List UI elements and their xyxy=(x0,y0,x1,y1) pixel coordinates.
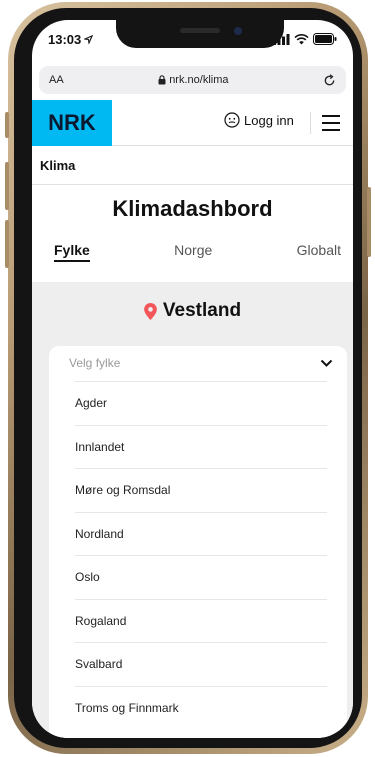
tab-bar: Fylke Norge Globalt xyxy=(32,242,353,282)
county-dropdown: Velg fylke Agder Innlandet Møre og Romsd… xyxy=(49,346,347,738)
volume-up-button xyxy=(5,162,9,210)
lock-icon xyxy=(158,75,166,85)
option-innlandet[interactable]: Innlandet xyxy=(75,424,327,469)
nrk-logo[interactable]: NRK xyxy=(32,100,112,146)
browser-address-bar[interactable]: AA nrk.no/klima xyxy=(39,66,346,94)
chevron-down-icon[interactable] xyxy=(320,359,333,368)
text-size-button[interactable]: AA xyxy=(49,74,64,86)
breadcrumb-label: Klima xyxy=(40,158,76,173)
url-text: nrk.no/klima xyxy=(169,74,229,86)
selected-location: Vestland xyxy=(32,300,353,322)
location-name: Vestland xyxy=(162,300,242,321)
dropdown-placeholder: Velg fylke xyxy=(69,356,121,370)
wifi-icon xyxy=(294,33,309,44)
tab-globalt[interactable]: Globalt xyxy=(297,242,341,282)
notch xyxy=(116,20,284,48)
time-label: 13:03 xyxy=(48,31,82,47)
screen: 13:03 AA nrk.no/klima NRK Logg inn Klima… xyxy=(32,20,353,738)
hamburger-menu-icon[interactable] xyxy=(322,115,340,131)
dropdown-options: Agder Innlandet Møre og Romsdal Nordland… xyxy=(75,381,327,729)
tab-norge[interactable]: Norge xyxy=(174,242,212,282)
breadcrumb[interactable]: Klima xyxy=(32,147,353,185)
battery-icon xyxy=(313,33,337,45)
url-display[interactable]: nrk.no/klima xyxy=(158,74,228,86)
user-face-icon xyxy=(224,112,240,128)
option-agder[interactable]: Agder xyxy=(75,381,327,425)
site-header: NRK Logg inn xyxy=(32,100,353,146)
reload-icon[interactable] xyxy=(323,73,336,87)
status-time: 13:03 xyxy=(48,31,94,47)
option-rogaland[interactable]: Rogaland xyxy=(75,598,327,643)
option-svalbard[interactable]: Svalbard xyxy=(75,642,327,686)
login-label: Logg inn xyxy=(244,112,294,128)
volume-down-button xyxy=(5,220,9,268)
option-troms-og-finnmark[interactable]: Troms og Finnmark xyxy=(75,685,327,730)
login-button[interactable]: Logg inn xyxy=(224,112,294,128)
option-oslo[interactable]: Oslo xyxy=(75,555,327,599)
location-arrow-icon xyxy=(84,34,94,44)
tab-fylke[interactable]: Fylke xyxy=(54,242,90,262)
option-nordland[interactable]: Nordland xyxy=(75,511,327,556)
header-divider xyxy=(310,112,311,134)
county-select[interactable]: Velg fylke xyxy=(49,346,347,380)
page-title: Klimadashbord xyxy=(112,196,273,221)
power-button xyxy=(367,187,371,257)
option-more-og-romsdal[interactable]: Møre og Romsdal xyxy=(75,468,327,512)
map-pin-icon xyxy=(144,302,157,320)
silent-switch xyxy=(5,112,9,138)
